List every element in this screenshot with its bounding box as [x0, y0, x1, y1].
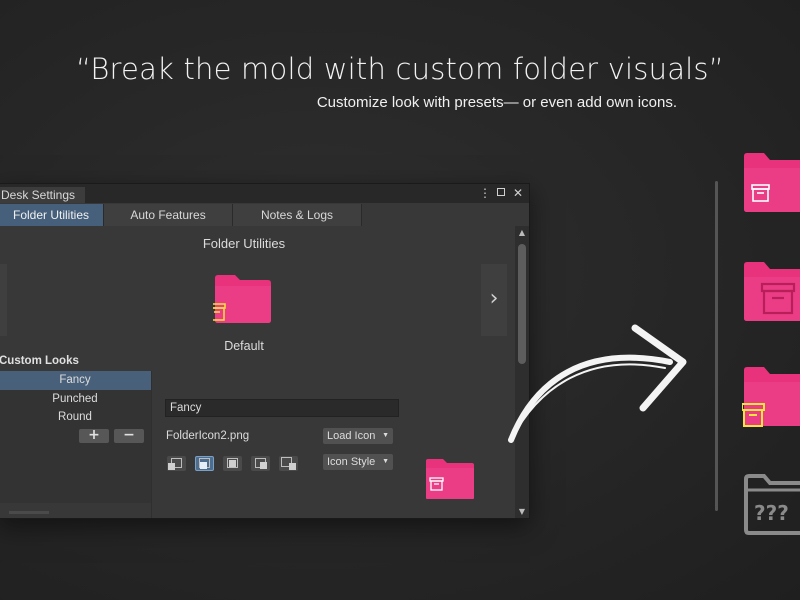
custom-looks-header: Custom Looks [0, 355, 79, 367]
icon-style-label: Icon Style [327, 456, 376, 468]
section-title: Folder Utilities [202, 236, 286, 251]
icon-style-dropdown[interactable]: Icon Style ▼ [323, 454, 393, 470]
position-bottom-left-button[interactable] [167, 456, 186, 471]
folder-preset-icon[interactable] [213, 274, 273, 324]
subline: Customize look with presets— or even add… [316, 94, 677, 111]
folder-unknown-icon: ??? [744, 474, 800, 535]
window-title-tab[interactable]: Desk Settings [0, 187, 85, 203]
caret-down-icon: ▼ [382, 458, 389, 465]
carousel-next-button[interactable]: › [481, 264, 507, 336]
carousel-prev-button[interactable] [0, 264, 7, 336]
look-name-input[interactable]: Fancy [165, 399, 399, 417]
scroll-down-icon[interactable]: ▼ [515, 507, 529, 516]
close-icon[interactable]: ✕ [513, 185, 523, 201]
folder-utilities-panel: Folder Utilities › Default Custom Looks … [0, 226, 514, 518]
preset-name-label: Default [224, 339, 264, 353]
tab-notes-logs[interactable]: Notes & Logs [233, 204, 362, 226]
unknown-glyph: ??? [754, 501, 789, 525]
bottom-hint-bar [9, 511, 49, 514]
tab-auto-features[interactable]: Auto Features [104, 204, 233, 226]
position-center-left-button[interactable] [195, 456, 214, 471]
maximize-icon[interactable] [497, 188, 505, 196]
more-options-icon[interactable]: ⋮ [479, 185, 491, 201]
position-bottom-right-button[interactable] [251, 456, 270, 471]
scroll-up-icon[interactable]: ▲ [515, 228, 529, 237]
icon-position-selector [167, 456, 298, 471]
add-look-button[interactable]: + [79, 428, 109, 443]
folder-punched-icon [744, 262, 800, 321]
chevron-right-icon: › [489, 286, 499, 311]
caret-down-icon: ▼ [382, 432, 389, 439]
folder-preview-icon [426, 459, 474, 499]
folder-round-icon [742, 367, 800, 427]
window-titlebar: Desk Settings ⋮ ✕ [0, 184, 529, 203]
headline: “Break the mold with custom folder visua… [76, 52, 724, 86]
tab-folder-utilities[interactable]: Folder Utilities [0, 204, 104, 226]
load-icon-dropdown[interactable]: Load Icon ▼ [323, 428, 393, 444]
settings-window: Desk Settings ⋮ ✕ Folder Utilities Auto … [0, 183, 530, 519]
list-item-round[interactable]: Round [0, 408, 151, 427]
remove-look-button[interactable]: − [114, 428, 144, 443]
list-item-fancy[interactable]: Fancy [0, 371, 151, 390]
position-center-button[interactable] [223, 456, 242, 471]
list-item-punched[interactable]: Punched [0, 390, 151, 409]
icon-file-label: FolderIcon2.png [166, 430, 250, 442]
vertical-divider [715, 181, 718, 511]
position-outside-bottom-right-button[interactable] [279, 456, 298, 471]
panel-divider [151, 371, 152, 518]
load-icon-label: Load Icon [327, 430, 376, 442]
tab-bar: Folder Utilities Auto Features Notes & L… [0, 204, 362, 226]
folder-fancy-icon [744, 153, 800, 212]
curved-arrow-icon [508, 324, 687, 443]
